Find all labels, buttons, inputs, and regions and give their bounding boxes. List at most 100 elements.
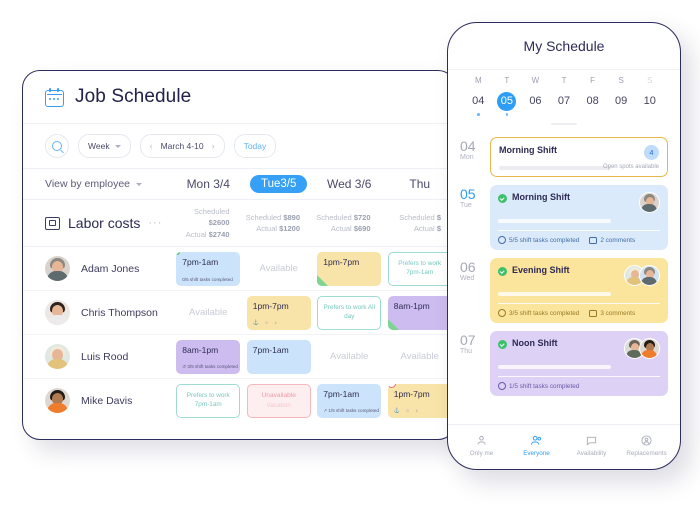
avatar [639, 265, 660, 287]
employee-cell: Mike Davis [23, 388, 173, 413]
shift-name: Morning Shift [499, 145, 557, 156]
shift-cell[interactable]: 1pm-7pm [314, 247, 385, 290]
check-icon [498, 194, 507, 204]
week-day-06[interactable]: W 06 [521, 76, 550, 116]
shift-time: 1pm-7pm [393, 388, 430, 399]
shift-time: 7pm-1am [323, 388, 360, 399]
day-column-wed[interactable]: Wed 3/6 [314, 177, 385, 191]
unavailable-chip[interactable]: Unavailable Vacation [246, 383, 311, 418]
prev-icon[interactable]: ‹ [150, 141, 153, 151]
tasks-icon [498, 382, 506, 391]
money-icon [45, 216, 60, 230]
shift-time: 1pm-7pm [252, 300, 289, 311]
shift-chip[interactable]: 8am-1pm ↺ 3/5 shift tasks completed [176, 339, 241, 374]
shift-cell[interactable]: Prefers to work All day [314, 291, 385, 334]
prefers-chip[interactable]: Prefers to work All day [317, 295, 382, 330]
shift-cell[interactable]: 7pm-1am [244, 335, 315, 378]
shift-time: 1pm-7pm [323, 256, 360, 267]
labor-cost-wed: Scheduled $720 Actual $690 [316, 212, 371, 233]
shift-cell[interactable]: Available [385, 335, 456, 378]
schedule-grid: Adam Jones 7pm-1am 0/5 shift tasks compl… [23, 247, 455, 422]
shift-chip[interactable]: 1pm-7pm ⚓ ☼ ♪ [246, 295, 311, 330]
shift-chip[interactable]: 7pm-1am [246, 339, 311, 374]
day-column-mon[interactable]: Mon 3/4 [173, 177, 244, 191]
shift-card-open[interactable]: Morning Shift 4 Open spots available [490, 137, 668, 178]
shift-chip[interactable]: 7pm-1am 0/5 shift tasks completed [176, 251, 241, 286]
prefers-chip[interactable]: Prefers to work 7pm-1am [387, 251, 452, 286]
week-day-08[interactable]: F 08 [578, 76, 607, 116]
tasks-text: 3/5 shift tasks completed [509, 309, 580, 317]
corner-flag-icon [317, 274, 329, 286]
unavailable-label: Unavailable [261, 391, 296, 399]
progress-bar [498, 292, 612, 297]
shift-cell[interactable]: Unavailable Vacation [244, 379, 315, 422]
shift-chip[interactable]: 7pm-1am ↗ 1/5 shift tasks completed [317, 383, 382, 418]
labor-costs-menu-button[interactable]: ··· [148, 217, 162, 229]
view-mode-select[interactable]: Week [78, 134, 131, 158]
progress-bar [498, 219, 612, 224]
shift-cell[interactable]: Prefers to work 7pm-1am [385, 247, 456, 290]
day-label: 04 Mon [460, 138, 476, 161]
shift-cell[interactable]: Available [173, 291, 244, 334]
shift-chip[interactable]: ! 1pm-7pm ⚓ ☼ ♪ [387, 383, 452, 418]
nav-item-replacements[interactable]: Replacements [619, 434, 674, 457]
shift-cell[interactable]: 8am-1pm ↺ 3/5 shift tasks completed [173, 335, 244, 378]
list-item: 07 Thu Noon Shift 1/5 shift tasks comple… [460, 331, 668, 397]
shift-cell[interactable]: 7pm-1am ↗ 1/5 shift tasks completed [314, 379, 385, 422]
shift-cell[interactable]: ! 1pm-7pm ⚓ ☼ ♪ [385, 379, 456, 422]
people-icon [509, 434, 564, 447]
shift-cell[interactable]: Available [244, 247, 315, 290]
today-button[interactable]: Today [233, 134, 277, 158]
drag-handle[interactable] [551, 122, 577, 126]
availability-text: Available [330, 351, 369, 362]
week-day-09[interactable]: S 09 [607, 76, 636, 116]
shift-tags: ⚓ ☼ ♪ [252, 319, 279, 326]
availability-text: Available [400, 351, 439, 362]
week-day-07[interactable]: T 07 [550, 76, 579, 116]
shift-time: 8am-1pm [182, 344, 219, 355]
day-label: 07 Thu [460, 332, 476, 355]
job-schedule-window: Job Schedule Week ‹ March 4-10 › Today V… [22, 70, 456, 440]
week-day-04[interactable]: M 04 [464, 76, 493, 116]
search-button[interactable] [45, 134, 69, 158]
day-column-tue[interactable]: Tue3/5 [244, 175, 315, 193]
prefers-chip[interactable]: Prefers to work 7pm-1am [176, 383, 241, 418]
avatar-stack [624, 265, 660, 287]
employee-name: Adam Jones [81, 262, 140, 275]
table-row: Adam Jones 7pm-1am 0/5 shift tasks compl… [23, 247, 455, 291]
nav-label: Everyone [523, 449, 550, 457]
bottom-nav: Only me Everyone Availability Replacemen… [448, 424, 680, 469]
nav-item-only-me[interactable]: Only me [454, 434, 509, 457]
shift-time: 8am-1pm [393, 300, 430, 311]
shift-card[interactable]: Noon Shift 1/5 shift tasks completed [490, 331, 668, 397]
date-range-nav[interactable]: ‹ March 4-10 › [139, 134, 225, 158]
nav-item-everyone[interactable]: Everyone [509, 434, 564, 457]
nav-item-availability[interactable]: Availability [564, 434, 619, 457]
chevron-down-icon [136, 182, 143, 186]
avatar [45, 344, 70, 369]
shift-chip[interactable]: 8am-1pm [387, 295, 452, 330]
shift-card[interactable]: Evening Shift 3/5 shift tasks completed … [490, 258, 668, 324]
employee-cell: Adam Jones [23, 256, 173, 281]
next-icon[interactable]: › [212, 141, 215, 151]
shift-cell[interactable]: Prefers to work 7pm-1am [173, 379, 244, 422]
screenshot-stage: Job Schedule Week ‹ March 4-10 › Today V… [0, 0, 700, 512]
shift-cell[interactable]: 1pm-7pm ⚓ ☼ ♪ [244, 291, 315, 334]
shift-chip[interactable]: 1pm-7pm [317, 251, 382, 286]
shift-card-footer: 3/5 shift tasks completed 3 comments [498, 303, 660, 318]
shift-card-top: Noon Shift [498, 338, 660, 360]
week-day-10[interactable]: S 10 [635, 76, 664, 116]
labor-cost-mon: Scheduled $2600 Actual $2740 [185, 207, 230, 239]
shift-card[interactable]: Morning Shift 5/5 shift tasks completed [490, 185, 668, 251]
view-by-employee-select[interactable]: View by employee [23, 178, 173, 190]
shift-cell[interactable]: 8am-1pm [385, 291, 456, 334]
progress-bar [499, 166, 611, 171]
table-row: Chris Thompson Available 1pm-7pm ⚓ ☼ ♪ P… [23, 291, 455, 335]
day-column-thu[interactable]: Thu [385, 177, 456, 191]
comment-icon [589, 236, 598, 244]
search-icon [52, 141, 62, 151]
shift-cell[interactable]: 7pm-1am 0/5 shift tasks completed [173, 247, 244, 290]
week-day-05[interactable]: T 05 [493, 76, 522, 116]
week-days: M 04 T 05 W 06 T 07 F 08 S 09 S 10 [464, 76, 664, 116]
shift-cell[interactable]: Available [314, 335, 385, 378]
